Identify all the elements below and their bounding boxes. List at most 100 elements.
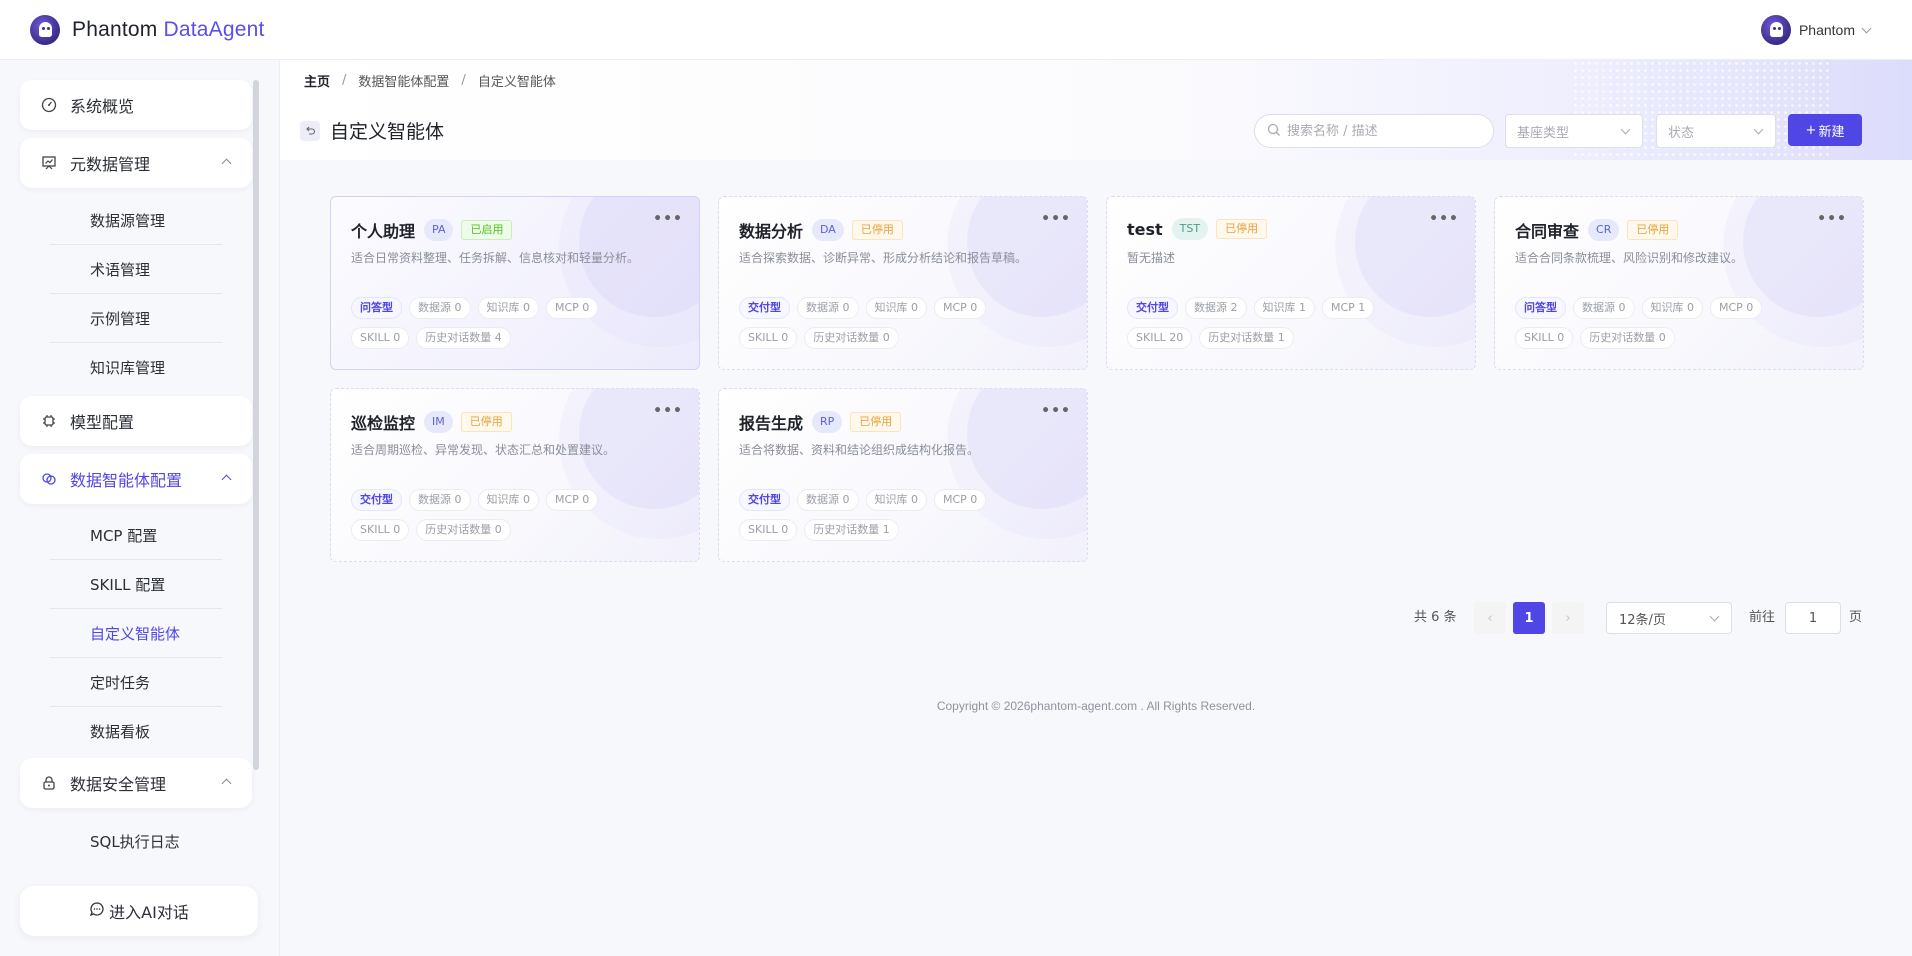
prev-page-button[interactable]: ‹	[1474, 602, 1506, 634]
sidebar-item-model-config[interactable]: 模型配置	[20, 396, 252, 446]
avatar	[1760, 15, 1791, 45]
more-options-icon[interactable]: •••	[1817, 211, 1847, 227]
card-tags-row: 交付型 数据源 0 知识库 0 MCP 0	[739, 489, 1079, 511]
sidebar-item-datasource[interactable]: 数据源管理	[50, 196, 222, 244]
breadcrumb-home[interactable]: 主页	[304, 71, 330, 90]
card-title: 巡检监控	[351, 414, 416, 433]
agent-card[interactable]: ••• 个人助理 PA 已启用 适合日常资料整理、任务拆解、信息核对和轻量分析。 问答型数…	[330, 196, 700, 370]
more-options-icon[interactable]: •••	[653, 211, 683, 227]
brand[interactable]: Phantom DataAgent	[30, 14, 265, 45]
app-title: Phantom DataAgent	[72, 18, 265, 42]
card-description: 适合日常资料整理、任务拆解、信息核对和轻量分析。	[351, 251, 640, 265]
mcp-count-tag: MCP 0	[1710, 297, 1763, 319]
sidebar-item-examples[interactable]: 示例管理	[50, 294, 222, 342]
sidebar-group-label: 元数据管理	[70, 155, 151, 174]
card-description: 适合探索数据、诊断异常、形成分析结论和报告草稿。	[739, 251, 1028, 265]
more-options-icon[interactable]: •••	[653, 403, 683, 419]
status-badge: 已启用	[461, 220, 513, 240]
agent-code-badge: PA	[424, 219, 454, 241]
goto-page-input[interactable]	[1785, 602, 1841, 634]
status-select[interactable]: 状态	[1656, 114, 1776, 148]
knowledge-count-tag: 知识库 0	[477, 297, 539, 319]
sidebar-item-data-board[interactable]: 数据看板	[50, 707, 222, 755]
history-count-tag: 历史对话数量 1	[1199, 327, 1294, 349]
sidebar-item-mcp-config[interactable]: MCP 配置	[50, 511, 222, 559]
card-title-row: 巡检监控 IM 已停用	[351, 410, 512, 434]
app-title-part2: DataAgent	[163, 17, 265, 41]
agent-code-badge: CR	[1588, 219, 1620, 241]
sidebar-item-system-overview[interactable]: 系统概览	[20, 80, 252, 130]
card-tags-row: SKILL 20 历史对话数量 1	[1127, 327, 1467, 349]
status-badge: 已停用	[851, 220, 903, 240]
card-title-row: 个人助理 PA 已启用	[351, 218, 513, 242]
datasource-count-tag: 数据源 0	[409, 297, 471, 319]
sidebar-group-security[interactable]: 数据安全管理	[20, 758, 252, 808]
page-number-button[interactable]: 1	[1513, 602, 1545, 634]
card-title: 数据分析	[739, 222, 804, 241]
agent-card[interactable]: ••• 巡检监控 IM 已停用 适合周期巡检、异常发现、状态汇总和处置建议。 交付型 数据源…	[330, 388, 700, 562]
agent-type-tag: 问答型	[351, 297, 402, 319]
sidebar-item-knowledge[interactable]: 知识库管理	[50, 343, 222, 391]
knowledge-count-tag: 知识库 0	[477, 489, 539, 511]
agent-card[interactable]: ••• 数据分析 DA 已停用 适合探索数据、诊断异常、形成分析结论和报告草稿。 交付型数…	[718, 196, 1088, 370]
base-type-placeholder: 基座类型	[1517, 125, 1570, 141]
card-tags-row: 交付型 数据源 0 知识库 0 MCP 0	[351, 489, 691, 511]
datasource-count-tag: 数据源 0	[1573, 297, 1635, 319]
card-tags-row: 问答型 数据源 0 知识库 0 MCP 0	[351, 297, 691, 319]
next-page-button[interactable]: ›	[1552, 602, 1584, 634]
sidebar-scrollbar[interactable]	[253, 80, 259, 770]
app-title-part1: Phantom	[72, 17, 164, 41]
new-agent-button[interactable]: + 新建	[1788, 114, 1862, 146]
breadcrumb-separator: /	[461, 73, 466, 88]
back-arrow-icon[interactable]	[300, 120, 320, 141]
card-description: 暂无描述	[1127, 251, 1176, 265]
sidebar-group-agent-config[interactable]: 数据智能体配置	[20, 454, 252, 504]
mcp-count-tag: MCP 0	[934, 489, 987, 511]
skill-count-tag: SKILL 0	[739, 519, 798, 541]
breadcrumb-parent[interactable]: 数据智能体配置	[358, 71, 449, 90]
agent-type-tag: 问答型	[1515, 297, 1566, 319]
base-type-select[interactable]: 基座类型	[1505, 114, 1643, 148]
breadcrumb-separator: /	[342, 73, 347, 88]
sidebar-group-metadata[interactable]: 元数据管理	[20, 138, 252, 188]
more-options-icon[interactable]: •••	[1041, 403, 1071, 419]
sidebar: 系统概览 元数据管理 数据源管理 术语管理 示例管理 知识库管理 模型配置 数据…	[0, 60, 280, 956]
knowledge-count-tag: 知识库 0	[865, 297, 927, 319]
skill-count-tag: SKILL 0	[739, 327, 798, 349]
card-title-row: test TST 已停用	[1127, 218, 1268, 240]
card-title: test	[1127, 219, 1163, 239]
sidebar-item-scheduled-tasks[interactable]: 定时任务	[50, 658, 222, 706]
history-count-tag: 历史对话数量 4	[416, 327, 511, 349]
search-box[interactable]	[1254, 114, 1494, 148]
page-size-select[interactable]: 12条/页	[1606, 602, 1732, 634]
card-tags-row: SKILL 0 历史对话数量 1	[739, 519, 1079, 541]
card-title: 报告生成	[739, 414, 804, 433]
more-options-icon[interactable]: •••	[1041, 211, 1071, 227]
sidebar-group-label: 数据智能体配置	[70, 471, 183, 490]
agent-card[interactable]: ••• 合同审查 CR 已停用 适合合同条款梳理、风险识别和修改建议。 问答型 数据源 0 知…	[1494, 196, 1864, 370]
more-options-icon[interactable]: •••	[1429, 211, 1459, 227]
search-input[interactable]	[1287, 123, 1477, 139]
history-count-tag: 历史对话数量 0	[1580, 327, 1675, 349]
sidebar-item-custom-agent[interactable]: 自定义智能体	[50, 609, 222, 657]
ai-chat-label: 进入AI对话	[109, 903, 189, 922]
status-badge: 已停用	[460, 412, 512, 432]
sidebar-item-terms[interactable]: 术语管理	[50, 245, 222, 293]
datasource-count-tag: 数据源 0	[797, 489, 859, 511]
main-content: 主页 / 数据智能体配置 / 自定义智能体 自定义智能体 基座类型 状态 + 新…	[280, 60, 1912, 956]
sidebar-item-sql-log[interactable]: SQL执行日志	[50, 817, 222, 865]
knowledge-count-tag: 知识库 0	[1641, 297, 1703, 319]
card-tags-row: SKILL 0 历史对话数量 0	[351, 519, 691, 541]
agent-type-tag: 交付型	[739, 489, 790, 511]
page-size-value: 12条/页	[1619, 612, 1666, 628]
user-menu[interactable]: Phantom	[1760, 15, 1872, 45]
enter-ai-chat-button[interactable]: 进入AI对话	[20, 886, 258, 936]
card-title: 合同审查	[1515, 222, 1580, 241]
sidebar-item-label: 系统概览	[70, 97, 135, 116]
datasource-count-tag: 数据源 2	[1185, 297, 1247, 319]
agent-card[interactable]: ••• test TST 已停用 暂无描述 交付型 数据源 2 知识库 1 MCP 1 SKILL…	[1106, 196, 1476, 370]
new-button-label: 新建	[1818, 124, 1845, 140]
chevron-down-icon	[1861, 23, 1872, 33]
sidebar-item-skill-config[interactable]: SKILL 配置	[50, 560, 222, 608]
agent-card[interactable]: ••• 报告生成 RP 已停用 适合将数据、资料和结论组织成结构化报告。 交付型 数据源 0…	[718, 388, 1088, 562]
